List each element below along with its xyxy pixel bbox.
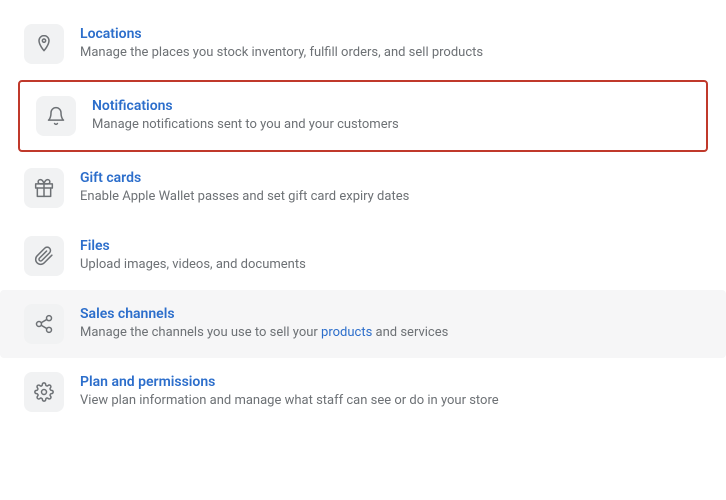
settings-item-files[interactable]: Files Upload images, videos, and documen… [0,222,726,290]
locations-content: Locations Manage the places you stock in… [80,26,483,62]
plan-permissions-icon-wrapper [24,372,64,412]
location-icon [34,34,54,54]
locations-title[interactable]: Locations [80,26,483,42]
settings-list: Locations Manage the places you stock in… [0,10,726,426]
settings-item-notifications[interactable]: Notifications Manage notifications sent … [18,80,708,152]
plan-permissions-description: View plan information and manage what st… [80,392,499,410]
share-icon [34,314,54,334]
sales-channels-description: Manage the channels you use to sell your… [80,324,448,342]
files-title[interactable]: Files [80,238,306,254]
plan-permissions-content: Plan and permissions View plan informati… [80,374,499,410]
sales-channels-content: Sales channels Manage the channels you u… [80,306,448,342]
gift-cards-icon-wrapper [24,168,64,208]
gift-cards-title[interactable]: Gift cards [80,170,409,186]
files-description: Upload images, videos, and documents [80,256,306,274]
settings-item-plan-permissions[interactable]: Plan and permissions View plan informati… [0,358,726,426]
locations-description: Manage the places you stock inventory, f… [80,44,483,62]
files-content: Files Upload images, videos, and documen… [80,238,306,274]
sales-channels-products-link[interactable]: products [321,325,372,340]
settings-item-gift-cards[interactable]: Gift cards Enable Apple Wallet passes an… [0,154,726,222]
notifications-title[interactable]: Notifications [92,98,399,114]
settings-item-sales-channels[interactable]: Sales channels Manage the channels you u… [0,290,726,358]
notifications-icon-wrapper [36,96,76,136]
bell-icon [46,106,66,126]
settings-item-locations[interactable]: Locations Manage the places you stock in… [0,10,726,78]
paperclip-icon [34,246,54,266]
notifications-content: Notifications Manage notifications sent … [92,98,399,134]
locations-icon-wrapper [24,24,64,64]
gift-icon [34,178,54,198]
gift-cards-description: Enable Apple Wallet passes and set gift … [80,188,409,206]
files-icon-wrapper [24,236,64,276]
plan-permissions-title[interactable]: Plan and permissions [80,374,499,390]
sales-channels-icon-wrapper [24,304,64,344]
cog-icon [34,382,54,402]
gift-cards-content: Gift cards Enable Apple Wallet passes an… [80,170,409,206]
notifications-description: Manage notifications sent to you and you… [92,116,399,134]
sales-channels-title[interactable]: Sales channels [80,306,448,322]
